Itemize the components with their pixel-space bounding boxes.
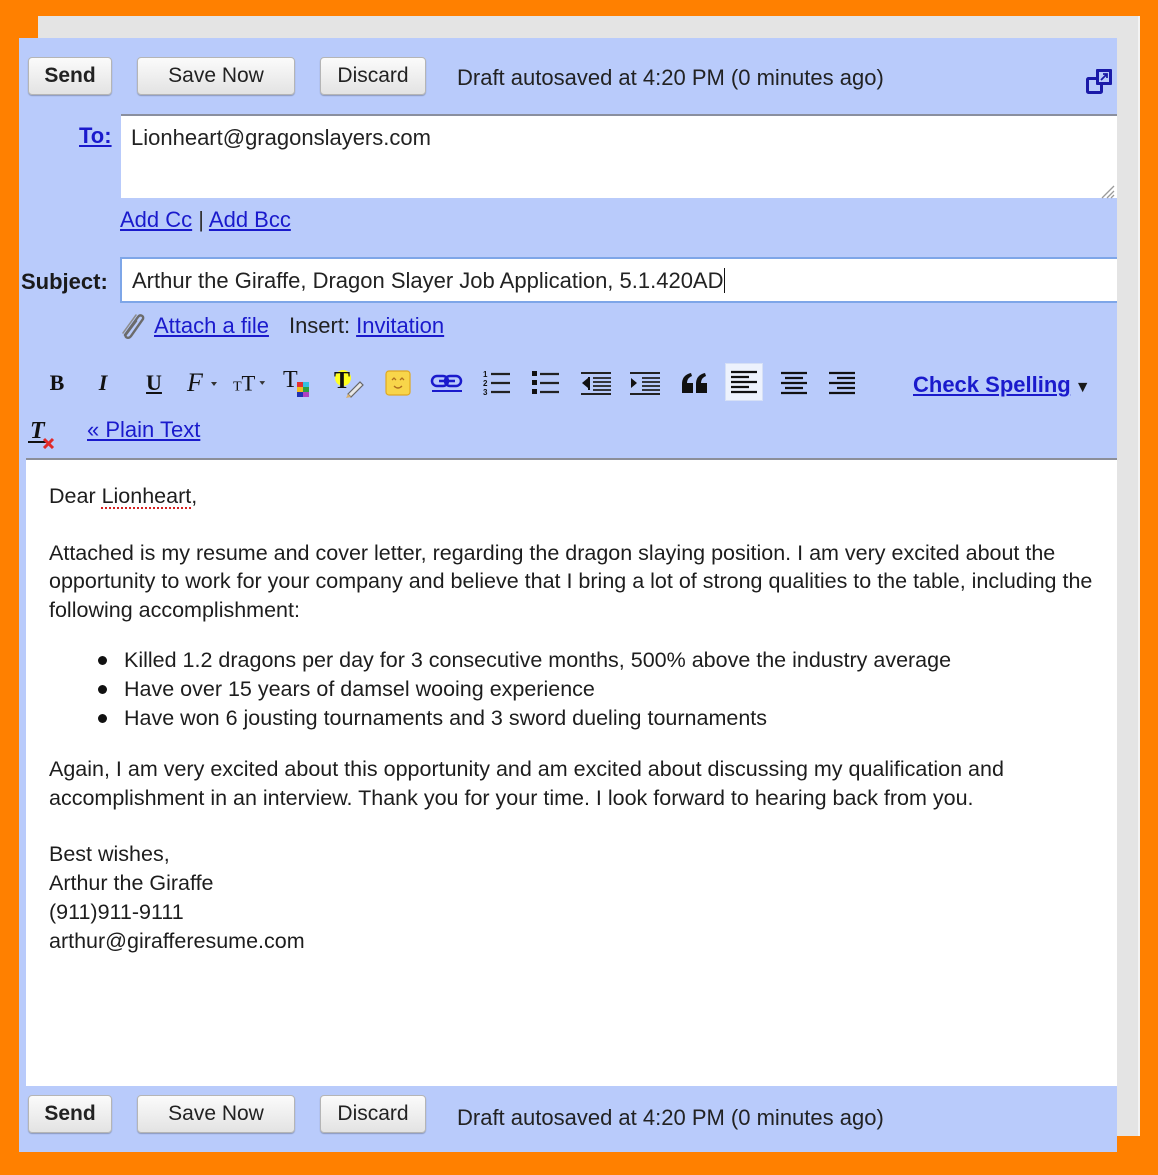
save-now-button[interactable]: Save Now: [137, 57, 295, 95]
draft-status: Draft autosaved at 4:20 PM (0 minutes ag…: [457, 1105, 884, 1130]
bulleted-list-icon[interactable]: [529, 363, 563, 403]
top-action-bar: Send Save Now Discard Draft autosaved at…: [19, 38, 1117, 110]
insert-label: Insert:: [288, 313, 351, 338]
italic-icon[interactable]: I: [86, 363, 120, 403]
check-spelling-link[interactable]: Check Spelling: [913, 372, 1071, 397]
message-body-editor[interactable]: Dear Lionheart, Attached is my resume an…: [26, 458, 1117, 1086]
svg-text:T: T: [283, 367, 298, 393]
indent-less-icon[interactable]: [579, 363, 613, 403]
send-button[interactable]: Send: [28, 1095, 112, 1133]
paragraph-closing: Again, I am very excited about this oppo…: [49, 756, 1004, 810]
accomplishment-list: Killed 1.2 dragons per day for 3 consecu…: [97, 646, 1094, 733]
align-right-icon[interactable]: [825, 363, 859, 403]
signature-line: arthur@girafferesume.com: [49, 928, 305, 953]
signature-line: (911)911-9111: [49, 899, 184, 924]
highlight-icon[interactable]: T: [332, 363, 366, 403]
formatting-toolbar-row2: T « Plain Text: [19, 413, 619, 453]
check-spelling-control[interactable]: Check Spelling ▼: [913, 372, 1091, 398]
svg-text:2: 2: [483, 379, 488, 388]
bold-icon[interactable]: B: [40, 363, 74, 403]
check-spelling-dropdown-icon[interactable]: ▼: [1075, 379, 1091, 397]
plain-text-link[interactable]: « Plain Text: [87, 417, 200, 443]
save-now-button[interactable]: Save Now: [137, 1095, 295, 1133]
svg-text:F: F: [186, 368, 204, 397]
list-item: Killed 1.2 dragons per day for 3 consecu…: [97, 646, 1094, 675]
send-button[interactable]: Send: [28, 57, 112, 95]
font-icon[interactable]: F: [185, 363, 219, 403]
to-field[interactable]: Lionheart@gragonslayers.com: [121, 114, 1117, 199]
subject-value: Arthur the Giraffe, Dragon Slayer Job Ap…: [132, 268, 724, 293]
remove-formatting-icon[interactable]: T: [25, 413, 59, 453]
signature-line: Best wishes,: [49, 842, 170, 867]
bottom-action-bar: Send Save Now Discard Draft autosaved at…: [19, 1086, 1117, 1152]
formatting-toolbar: B I U F TT T T 123 Check Spelling ▼: [19, 363, 1117, 413]
link-icon[interactable]: [430, 363, 464, 403]
to-value: Lionheart@gragonslayers.com: [131, 125, 431, 150]
text-color-icon[interactable]: T: [283, 363, 317, 403]
popout-window-icon[interactable]: [1085, 67, 1115, 97]
text-caret: [723, 268, 725, 293]
insert-invitation-link[interactable]: Invitation: [356, 313, 444, 339]
indent-more-icon[interactable]: [628, 363, 662, 403]
cc-bcc-row: Add Cc | Add Bcc: [120, 207, 291, 233]
attach-file-link[interactable]: Attach a file: [154, 313, 269, 339]
quote-icon[interactable]: [678, 363, 712, 403]
attach-row: Attach a file Insert: Invitation: [119, 311, 444, 341]
signature-line: Arthur the Giraffe: [49, 871, 214, 896]
discard-button[interactable]: Discard: [320, 57, 426, 95]
misspelled-word[interactable]: Lionheart: [102, 484, 192, 508]
draft-status: Draft autosaved at 4:20 PM (0 minutes ag…: [457, 65, 884, 90]
cc-separator: |: [198, 207, 204, 232]
list-item: Have over 15 years of damsel wooing expe…: [97, 675, 1094, 704]
discard-button[interactable]: Discard: [320, 1095, 426, 1133]
add-cc-link[interactable]: Add Cc: [120, 207, 192, 232]
add-bcc-link[interactable]: Add Bcc: [209, 207, 291, 232]
svg-text:T: T: [334, 368, 350, 394]
list-item: Have won 6 jousting tournaments and 3 sw…: [97, 704, 1094, 733]
to-label-link[interactable]: To:: [79, 123, 112, 149]
svg-text:T: T: [242, 371, 256, 396]
greeting-prefix: Dear: [49, 484, 102, 508]
underline-icon[interactable]: U: [137, 363, 171, 403]
greeting-suffix: ,: [191, 484, 198, 508]
emoticon-icon[interactable]: [381, 363, 415, 403]
numbered-list-icon[interactable]: 123: [480, 363, 514, 403]
subject-field[interactable]: Arthur the Giraffe, Dragon Slayer Job Ap…: [120, 257, 1117, 303]
greeting: Dear Lionheart,: [49, 482, 1094, 511]
svg-text:3: 3: [483, 388, 488, 397]
align-left-icon[interactable]: [725, 363, 763, 401]
subject-label: Subject:: [21, 269, 108, 294]
compose-window: Send Save Now Discard Draft autosaved at…: [19, 38, 1117, 1152]
font-size-icon[interactable]: TT: [233, 363, 267, 403]
align-center-icon[interactable]: [777, 363, 811, 403]
paperclip-icon: [119, 311, 147, 341]
paragraph-intro: Attached is my resume and cover letter, …: [49, 540, 1093, 623]
signature: Best wishes, Arthur the Giraffe (911)911…: [49, 840, 1094, 955]
resize-grip-icon[interactable]: [1099, 179, 1115, 199]
svg-text:1: 1: [483, 370, 488, 379]
